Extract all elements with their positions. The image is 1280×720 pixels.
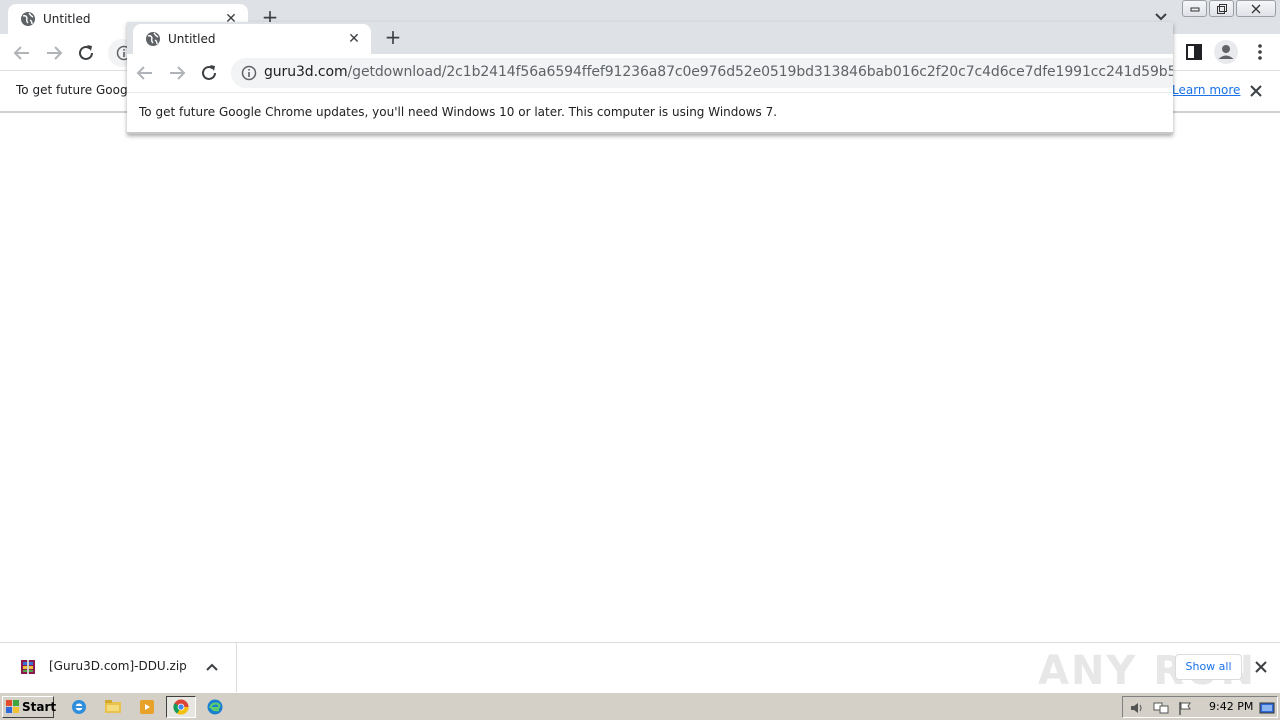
learn-more-link[interactable]: Learn more: [1172, 83, 1240, 97]
start-label: Start: [22, 700, 57, 714]
system-clock: 9:42 PM: [1209, 700, 1254, 713]
winrar-archive-icon: [21, 660, 35, 674]
tab-close-icon[interactable]: ✕: [345, 30, 363, 48]
back-arrow-icon[interactable]: [11, 42, 33, 64]
browser-window-front: Untitled ✕ + guru3d.com/getdownload/2c1b…: [127, 22, 1173, 134]
start-button[interactable]: Start: [2, 696, 57, 718]
tab-title: Untitled: [168, 32, 216, 46]
tab-untitled-front[interactable]: Untitled ✕: [133, 24, 371, 54]
screen: Untitled ✕ + To get future Google Learn …: [0, 0, 1280, 720]
side-panel-icon[interactable]: [1184, 42, 1204, 62]
download-filename: [Guru3D.com]-DDU.zip: [49, 659, 187, 673]
update-infobar-front: To get future Google Chrome updates, you…: [127, 92, 1173, 134]
close-window-button[interactable]: [1236, 0, 1276, 17]
chrome-taskbar-button[interactable]: [166, 696, 196, 718]
show-all-button[interactable]: Show all: [1175, 654, 1242, 680]
minimize-button[interactable]: [1182, 0, 1207, 17]
restore-icon: [1216, 3, 1227, 14]
file-explorer-icon[interactable]: [102, 697, 124, 717]
restore-button[interactable]: [1209, 0, 1234, 17]
url-path: /getdownload/2c1b2414f56a6594ffef91236a8…: [347, 64, 1173, 80]
system-tray: 9:42 PM: [1122, 696, 1278, 718]
address-bar[interactable]: guru3d.com/getdownload/2c1b2414f56a6594f…: [231, 58, 1173, 88]
kebab-menu-icon[interactable]: [1250, 42, 1270, 62]
minimize-icon: [1190, 7, 1199, 11]
volume-icon[interactable]: [1129, 700, 1145, 716]
windows-taskbar: Start 9:42 PM: [0, 692, 1280, 720]
infobar-close-icon[interactable]: [1248, 83, 1264, 99]
windows-logo-icon: [6, 700, 19, 713]
profile-avatar-icon[interactable]: [1214, 40, 1238, 64]
info-icon[interactable]: [241, 65, 257, 81]
network-icon[interactable]: [1153, 700, 1169, 716]
url-host: guru3d.com: [264, 64, 348, 80]
internet-explorer-icon[interactable]: [68, 697, 90, 717]
media-player-icon[interactable]: [136, 697, 158, 717]
edge-icon[interactable]: [204, 697, 226, 717]
close-icon: [1251, 4, 1261, 13]
download-item[interactable]: [Guru3D.com]-DDU.zip: [0, 643, 237, 693]
reload-icon[interactable]: [75, 42, 97, 64]
show-desktop-icon[interactable]: [1259, 700, 1275, 716]
window-controls: [1182, 0, 1276, 18]
forward-arrow-icon[interactable]: [43, 42, 65, 64]
tab-strip: Untitled ✕ +: [127, 22, 1173, 54]
toolbar-front: guru3d.com/getdownload/2c1b2414f56a6594f…: [127, 54, 1173, 92]
url-text: guru3d.com/getdownload/2c1b2414f56a6594f…: [264, 64, 1173, 80]
chrome-icon: [173, 699, 189, 715]
close-icon[interactable]: [1254, 660, 1268, 674]
forward-arrow-icon[interactable]: [166, 62, 188, 84]
globe-icon: [146, 32, 160, 46]
download-shelf: [Guru3D.com]-DDU.zip ANY RUN Show all: [0, 642, 1280, 693]
chevron-up-icon[interactable]: [204, 659, 220, 675]
new-tab-button[interactable]: +: [381, 26, 405, 48]
action-center-flag-icon[interactable]: [1177, 700, 1193, 716]
infobar-message: To get future Google: [16, 83, 139, 97]
globe-icon: [21, 12, 35, 26]
reload-icon[interactable]: [198, 62, 220, 84]
tab-title: Untitled: [43, 12, 91, 26]
infobar-message: To get future Google Chrome updates, you…: [139, 105, 778, 119]
back-arrow-icon[interactable]: [134, 62, 156, 84]
